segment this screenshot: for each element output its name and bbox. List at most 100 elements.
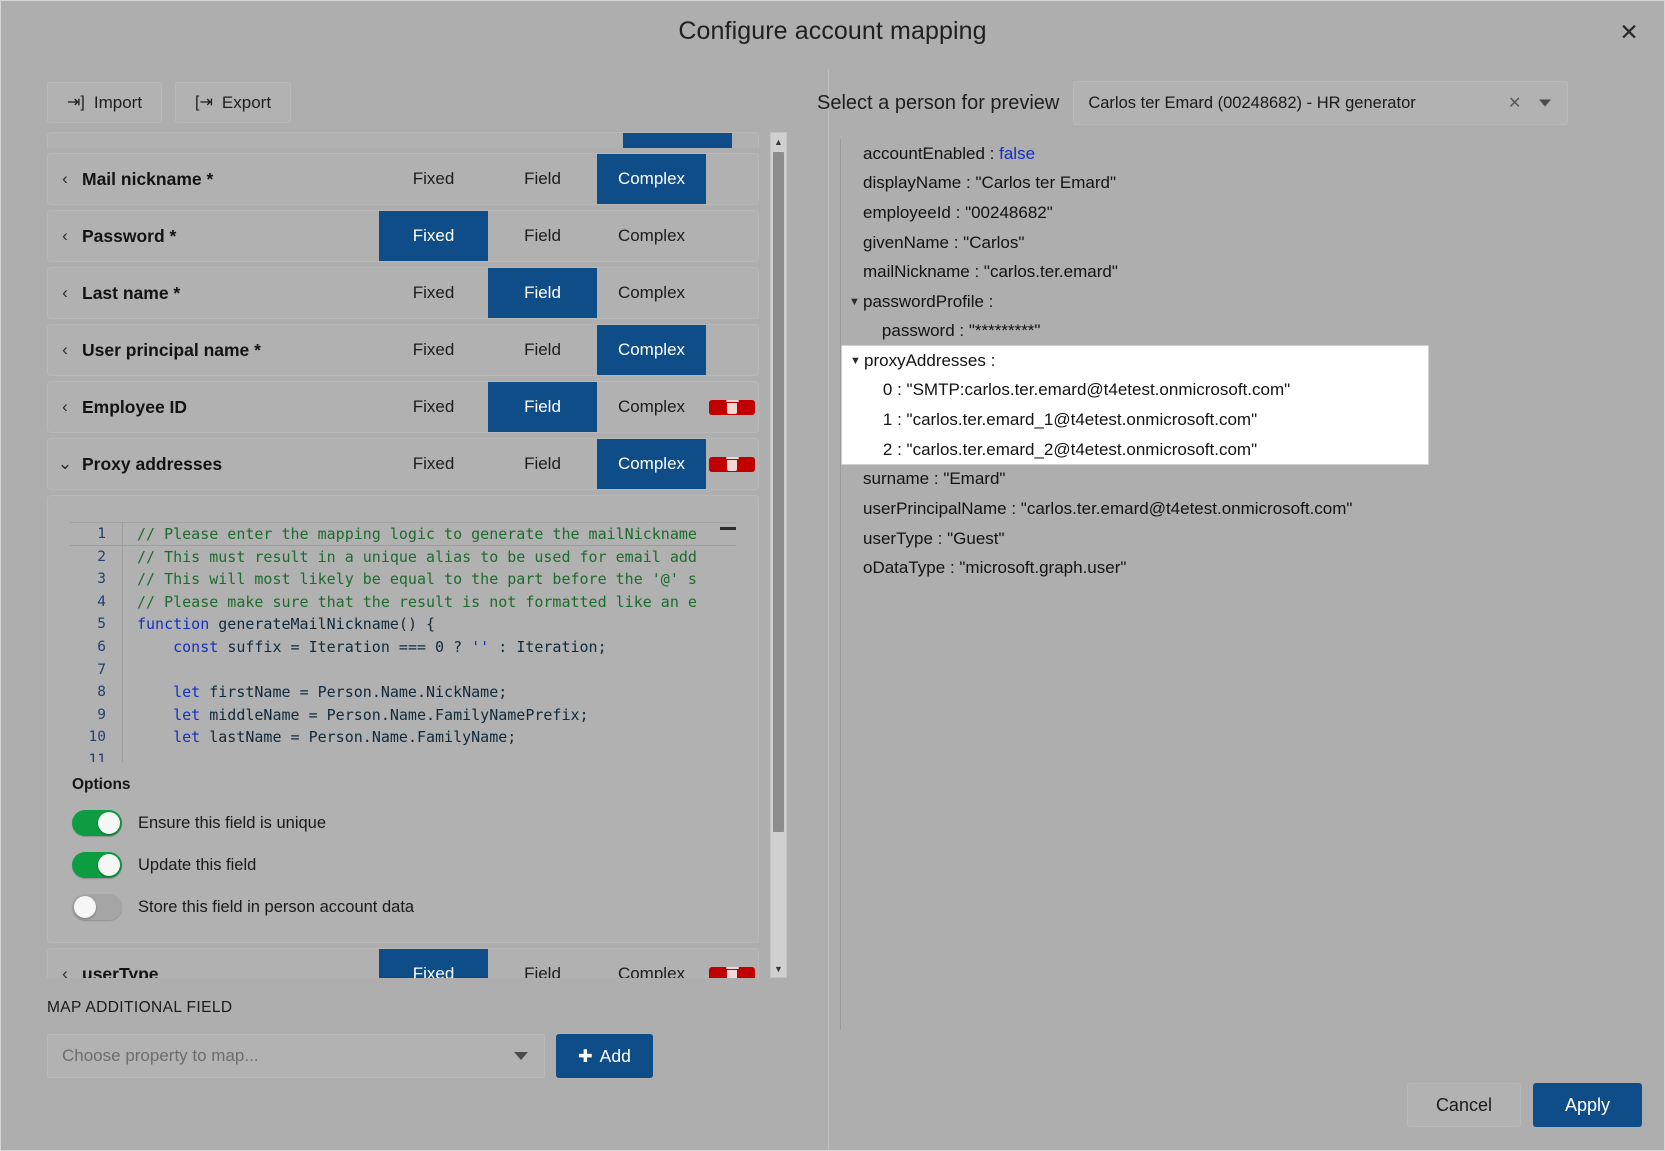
option-toggle-1[interactable] xyxy=(72,852,122,878)
json-key: 2 : xyxy=(882,439,907,459)
trash-icon xyxy=(725,456,739,472)
delete-field-button[interactable] xyxy=(709,399,755,415)
field-mapping-row[interactable]: ‹ Password * Fixed Field Complex xyxy=(47,210,759,262)
person-select[interactable]: Carlos ter Emard (00248682) - HR generat… xyxy=(1073,81,1569,125)
map-additional-field-label: MAP ADDITIONAL FIELD xyxy=(47,999,233,1016)
code-lines: 1 // Please enter the mapping logic to ge… xyxy=(70,523,736,762)
option-toggle-0[interactable] xyxy=(72,810,122,836)
account-json-preview: accountEnabled : false displayName : "Car… xyxy=(840,139,1644,1030)
mode-option-fixed[interactable]: Fixed xyxy=(379,949,488,978)
close-icon[interactable]: ✕ xyxy=(1612,15,1646,49)
code-line-text: function generateMailNickname() { xyxy=(137,615,436,634)
chevron-left-icon[interactable]: ‹ xyxy=(48,340,82,360)
json-line: givenName : "Carlos" xyxy=(849,228,1644,258)
partially-scrolled-row xyxy=(47,132,759,148)
mode-option-field[interactable]: Field xyxy=(488,268,597,318)
mode-option-field[interactable]: Field xyxy=(488,949,597,978)
mode-option-field[interactable]: Field xyxy=(488,325,597,375)
code-line-text: // Please make sure that the result is n… xyxy=(137,592,697,611)
mode-option-complex[interactable]: Complex xyxy=(597,949,706,978)
json-key: mailNickname : xyxy=(863,262,984,282)
chevron-left-icon[interactable]: ‹ xyxy=(48,397,82,417)
trash-icon xyxy=(725,966,739,978)
json-value: "carlos.ter.emard@t4etest.onmicrosoft.co… xyxy=(1020,498,1353,518)
apply-button[interactable]: Apply xyxy=(1532,1083,1642,1127)
add-button[interactable]: ✚ Add xyxy=(556,1034,653,1078)
chevron-left-icon[interactable]: ‹ xyxy=(48,226,82,246)
mode-option-complex[interactable]: Complex xyxy=(597,325,706,375)
mode-option-fixed[interactable]: Fixed xyxy=(379,268,488,318)
delete-field-button[interactable] xyxy=(709,966,755,978)
chevron-left-icon[interactable]: ‹ xyxy=(48,169,82,189)
chevron-left-icon[interactable]: ‹ xyxy=(48,964,82,978)
mode-option-complex[interactable]: Complex xyxy=(597,211,706,261)
field-mapping-row[interactable]: ‹ User principal name * Fixed Field Complex xyxy=(47,324,759,376)
json-value: "SMTP:carlos.ter.emard@t4etest.onmicroso… xyxy=(906,380,1291,400)
expand-triangle-icon[interactable]: ▼ xyxy=(850,355,864,367)
code-line: 11 xyxy=(70,748,736,762)
field-mapping-row[interactable]: ‹ Employee ID Fixed Field Complex xyxy=(47,381,759,433)
scrollbar-thumb[interactable] xyxy=(773,152,784,832)
field-row-label: User principal name * xyxy=(82,339,261,360)
mode-option-complex[interactable]: Complex xyxy=(597,382,706,432)
json-line: userType : "Guest" xyxy=(849,524,1644,554)
field-mapping-row[interactable]: ‹ Last name * Fixed Field Complex xyxy=(47,267,759,319)
scroll-up-arrow-icon[interactable]: ▲ xyxy=(771,133,786,150)
code-line-text: let firstName = Person.Name.NickName; xyxy=(173,683,508,702)
json-line: mailNickname : "carlos.ter.emard" xyxy=(849,257,1644,287)
mode-option-fixed[interactable]: Fixed xyxy=(379,382,488,432)
json-value: false xyxy=(999,143,1036,163)
code-line-number: 10 xyxy=(88,729,106,746)
code-line-number: 5 xyxy=(97,616,106,633)
mode-option-complex[interactable]: Complex xyxy=(597,154,706,204)
json-line: 0 : "SMTP:carlos.ter.emard@t4etest.onmic… xyxy=(850,376,1428,406)
person-preview-selector-row: Select a person for preview Carlos ter E… xyxy=(817,81,1569,125)
chevron-down-icon[interactable]: ⌄ xyxy=(48,454,82,474)
add-button-label: Add xyxy=(599,1045,631,1066)
json-value: "Carlos ter Emard" xyxy=(975,173,1116,193)
mode-option-field[interactable]: Field xyxy=(488,211,597,261)
json-line: 1 : "carlos.ter.emard_1@t4etest.onmicros… xyxy=(850,405,1428,435)
mode-option-fixed[interactable]: Fixed xyxy=(379,325,488,375)
scroll-down-arrow-icon[interactable]: ▼ xyxy=(771,960,786,977)
code-line: 9 let middleName = Person.Name.FamilyNam… xyxy=(70,703,736,727)
json-line: ▼ passwordProfile : xyxy=(849,287,1644,317)
mode-option-field[interactable]: Field xyxy=(488,382,597,432)
mode-option-field[interactable]: Field xyxy=(488,154,597,204)
json-value: "Guest" xyxy=(947,528,1005,548)
field-list-scrollbar[interactable]: ▲ ▼ xyxy=(770,132,787,978)
dialog-titlebar: Configure account mapping ✕ xyxy=(1,1,1664,69)
field-mapping-row[interactable]: ⌄ Proxy addresses Fixed Field Complex xyxy=(47,438,759,490)
mode-option-fixed[interactable]: Fixed xyxy=(379,211,488,261)
import-button-label: Import xyxy=(93,92,143,112)
expand-triangle-icon[interactable]: ▼ xyxy=(849,296,863,308)
choose-property-select[interactable]: Choose property to map... xyxy=(47,1034,545,1078)
export-button[interactable]: [⇥ Export xyxy=(175,82,292,123)
mode-option-fixed[interactable]: Fixed xyxy=(379,439,488,489)
choose-property-placeholder: Choose property to map... xyxy=(62,1046,259,1065)
code-editor[interactable]: 1 // Please enter the mapping logic to ge… xyxy=(70,522,736,762)
code-line: 2 // This must result in a unique alias t… xyxy=(70,545,736,569)
field-mapping-row[interactable]: ‹ userType Fixed Field Complex xyxy=(47,948,759,978)
mode-option-complex[interactable]: Complex xyxy=(597,439,706,489)
json-line: surname : "Emard" xyxy=(849,465,1644,495)
option-row-1: Update this field xyxy=(72,852,758,878)
json-value: "00248682" xyxy=(965,202,1053,222)
field-row-label: Last name * xyxy=(82,282,181,303)
cancel-button[interactable]: Cancel xyxy=(1406,1083,1521,1127)
code-line-number: 9 xyxy=(97,706,106,723)
field-mapping-row[interactable]: ‹ Mail nickname * Fixed Field Complex xyxy=(47,153,759,205)
mode-segmented-control: Fixed Field Complex xyxy=(379,382,706,432)
option-toggle-2[interactable] xyxy=(72,894,122,920)
field-row-label: Proxy addresses xyxy=(82,453,223,474)
code-line-number: 2 xyxy=(97,548,106,565)
chevron-left-icon[interactable]: ‹ xyxy=(48,283,82,303)
mode-option-complex[interactable]: Complex xyxy=(597,268,706,318)
import-button[interactable]: ⇥] Import xyxy=(47,82,163,123)
delete-field-button[interactable] xyxy=(709,456,755,472)
mode-option-field[interactable]: Field xyxy=(488,439,597,489)
clear-icon[interactable]: ✕ xyxy=(1508,93,1521,113)
proxy-addresses-highlight: ▼ proxyAddresses : 0 : "SMTP:carlos.ter.e… xyxy=(841,345,1429,465)
json-line: oDataType : "microsoft.graph.user" xyxy=(849,553,1644,583)
mode-option-fixed[interactable]: Fixed xyxy=(379,154,488,204)
